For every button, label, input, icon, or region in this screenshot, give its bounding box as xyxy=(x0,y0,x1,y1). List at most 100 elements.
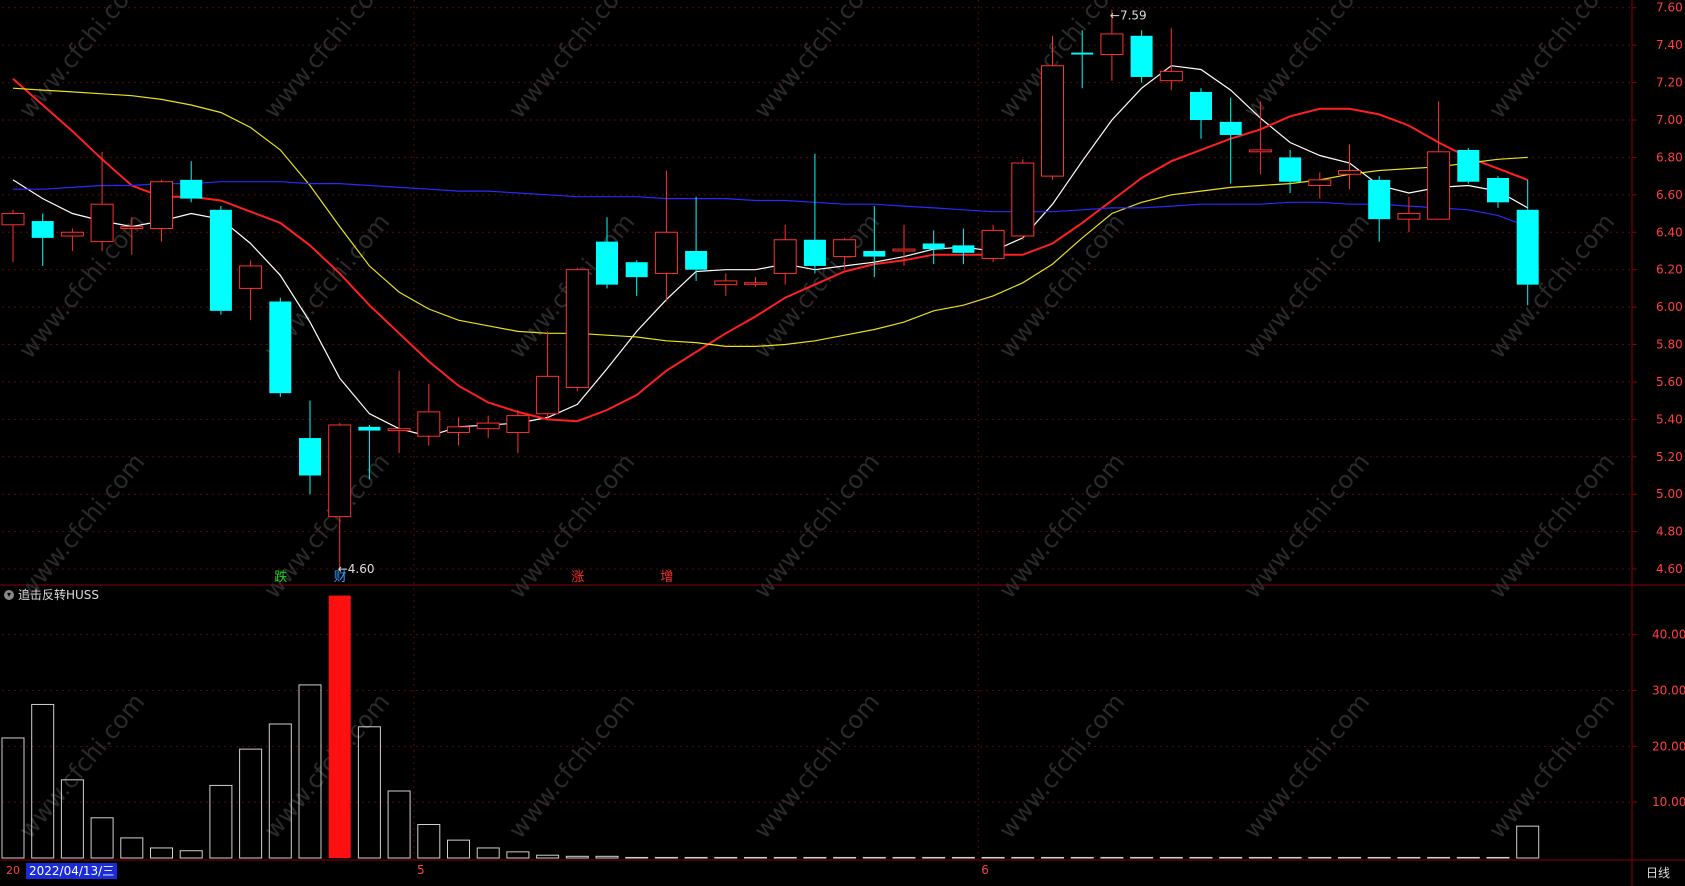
indicator-bar xyxy=(1070,856,1094,859)
candle-body xyxy=(1,213,25,226)
indicator-bar xyxy=(1011,856,1035,859)
indicator-bar xyxy=(1367,856,1391,859)
candle-body xyxy=(209,209,232,311)
signal-marker: 涨 xyxy=(571,570,584,585)
indicator-bar xyxy=(209,784,233,859)
candle-body xyxy=(447,426,470,433)
candle-body xyxy=(150,181,173,230)
indicator-bar xyxy=(1189,856,1213,859)
selected-date[interactable]: 2022/04/13/三 xyxy=(26,863,118,879)
candle-body xyxy=(1427,151,1451,220)
watermark-text: www.cfchi.com xyxy=(1483,688,1620,844)
watermark-text: www.cfchi.com xyxy=(1483,208,1620,364)
signal-marker: 财 xyxy=(334,570,347,585)
price-tick-label: 5.00 xyxy=(1656,487,1683,501)
candle-body xyxy=(1041,65,1064,177)
indicator-bar xyxy=(150,847,173,859)
indicator-bar xyxy=(833,856,857,859)
watermark-text: www.cfchi.com xyxy=(1238,448,1375,604)
watermark-text: www.cfchi.com xyxy=(258,688,395,844)
watermark-text: www.cfchi.com xyxy=(1483,0,1620,124)
indicator-bar xyxy=(239,748,263,859)
watermark-text: www.cfchi.com xyxy=(503,0,640,124)
indicator-bar xyxy=(595,855,619,859)
price-tick-label: 5.60 xyxy=(1656,375,1683,389)
candle-body xyxy=(803,239,826,266)
indicator-bar xyxy=(1338,856,1361,859)
candle-body xyxy=(1308,179,1332,186)
candle-body xyxy=(1397,213,1421,220)
indicator-bar xyxy=(1159,856,1183,859)
indicator-bar xyxy=(1130,856,1154,859)
candle-body xyxy=(358,426,381,431)
watermark-text: www.cfchi.com xyxy=(993,688,1130,844)
indicator-bar xyxy=(1397,856,1421,859)
x-axis-label: 6 xyxy=(981,863,989,877)
candle-body xyxy=(833,239,857,258)
candle-body xyxy=(685,250,708,270)
price-tick-label: 6.20 xyxy=(1656,263,1683,277)
price-tick-label: 6.00 xyxy=(1656,300,1683,314)
indicator-toggle-icon[interactable]: ▾ xyxy=(4,589,14,600)
indicator-bar xyxy=(892,856,916,859)
indicator-bar xyxy=(387,790,411,859)
price-tick-label: 6.40 xyxy=(1656,225,1683,239)
indicator-bar xyxy=(1486,856,1510,859)
candle-body xyxy=(596,241,618,285)
watermark-text: www.cfchi.com xyxy=(503,688,640,844)
indicator-bar xyxy=(1516,825,1540,859)
indicator-title[interactable]: ▾ 追击反转HUSS xyxy=(4,586,99,603)
indicator-bar xyxy=(1427,856,1451,859)
indicator-bar xyxy=(1100,856,1124,859)
candle-body xyxy=(1159,70,1183,82)
price-tick-label: 7.20 xyxy=(1656,76,1683,90)
watermark-text: www.cfchi.com xyxy=(1238,0,1375,124)
ma-line-4 xyxy=(13,181,1528,228)
indicator-title-text: 追击反转HUSS xyxy=(18,588,100,602)
candle-body xyxy=(1071,52,1094,55)
indicator-bar xyxy=(1,737,25,859)
price-tick-label: 5.20 xyxy=(1656,450,1683,464)
candle-body xyxy=(773,239,797,274)
price-tick-label: 4.60 xyxy=(1656,562,1683,576)
period-label[interactable]: 日线 xyxy=(1646,864,1670,881)
watermark-text: www.cfchi.com xyxy=(13,688,150,844)
candle-body xyxy=(1457,149,1480,182)
indicator-bar xyxy=(1278,856,1302,859)
indicator-bar xyxy=(506,851,530,859)
candle-body xyxy=(922,243,945,250)
candle-body xyxy=(1487,178,1509,203)
candle-body xyxy=(1130,35,1153,77)
candle-body xyxy=(1011,162,1035,237)
watermark-text: www.cfchi.com xyxy=(1483,448,1620,604)
indicator-bar xyxy=(90,817,114,859)
indicator-bar xyxy=(714,856,738,859)
watermark-text: www.cfchi.com xyxy=(1238,688,1375,844)
candle-body xyxy=(476,422,500,430)
indicator-bar xyxy=(447,839,470,859)
price-tick-label: 7.00 xyxy=(1656,113,1683,127)
indicator-tick-label: 20.00 xyxy=(1652,739,1685,753)
indicator-bar xyxy=(1456,856,1480,859)
indicator-bar xyxy=(951,856,975,859)
watermark-text: www.cfchi.com xyxy=(748,448,885,604)
indicator-bar xyxy=(1041,856,1064,859)
candle-body xyxy=(1219,121,1242,135)
candle-body xyxy=(714,280,738,286)
indicator-bar xyxy=(803,856,827,859)
candle-body xyxy=(299,438,321,476)
indicator-bar xyxy=(744,856,767,859)
indicator-bar xyxy=(476,847,500,859)
indicator-tick-label: 10.00 xyxy=(1652,795,1685,809)
price-tick-label: 4.80 xyxy=(1656,525,1683,539)
candle-body xyxy=(90,203,114,243)
watermark-text: www.cfchi.com xyxy=(1238,208,1375,364)
watermark-text: www.cfchi.com xyxy=(748,0,885,124)
price-tick-label: 7.40 xyxy=(1656,38,1683,52)
candle-body xyxy=(1368,179,1391,220)
price-tick-label: 5.40 xyxy=(1656,412,1683,426)
price-tick-label: 6.80 xyxy=(1656,150,1683,164)
indicator-bar xyxy=(922,856,946,859)
indicator-bar xyxy=(1308,856,1332,859)
candle-body xyxy=(1190,91,1212,120)
